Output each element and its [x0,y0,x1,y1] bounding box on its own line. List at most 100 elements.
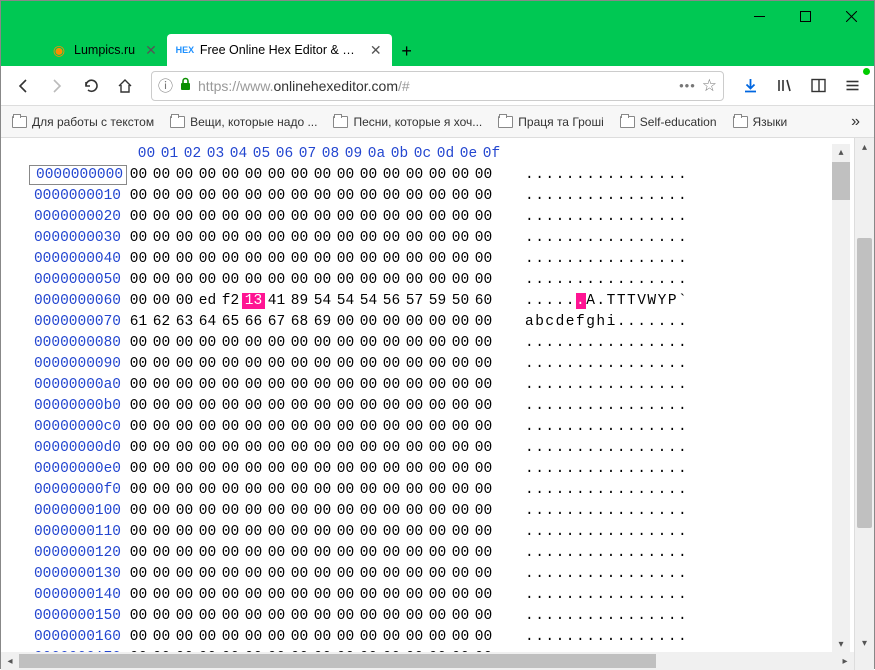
tab-hexeditor[interactable]: HEX Free Online Hex Editor & Viewer ✕ [167,34,392,66]
hex-row[interactable]: 0000000110000000000000000000000000000000… [29,521,824,542]
hex-bytes[interactable]: 00000000000000000000000000000000 [127,251,507,267]
scroll-up-icon[interactable]: ▴ [855,138,874,156]
hex-ascii[interactable]: ................ [525,482,688,498]
tab-lumpics[interactable]: ◉ Lumpics.ru ✕ [41,34,167,66]
hex-bytes[interactable]: 00000000000000000000000000000000 [127,503,507,519]
hex-row[interactable]: 0000000060000000edf213418954545456575950… [29,290,824,311]
horizontal-scrollbar[interactable]: ◂ ▸ [1,652,854,670]
hex-row[interactable]: 00000000b0000000000000000000000000000000… [29,395,824,416]
hex-ascii[interactable]: ................ [525,545,688,561]
hex-row[interactable]: 0000000080000000000000000000000000000000… [29,332,824,353]
hex-bytes[interactable]: 00000000000000000000000000000000 [127,335,507,351]
hex-bytes[interactable]: 00000000000000000000000000000000 [127,230,507,246]
menu-button[interactable] [836,70,868,102]
hex-row[interactable]: 00000000e0000000000000000000000000000000… [29,458,824,479]
scroll-down-icon[interactable]: ▾ [855,634,874,652]
bookmark-folder[interactable]: Для работы с текстом [7,112,159,132]
hex-ascii[interactable]: abcdefghi....... [525,314,688,330]
hex-ascii[interactable]: ................ [525,230,688,246]
new-tab-button[interactable]: + [392,36,422,66]
hex-row[interactable]: 0000000040000000000000000000000000000000… [29,248,824,269]
hex-bytes[interactable]: 00000000000000000000000000000000 [127,272,507,288]
forward-button[interactable] [41,70,73,102]
hex-ascii[interactable]: ................ [525,587,688,603]
minimize-button[interactable] [736,1,782,31]
bookmarks-overflow-icon[interactable]: » [843,113,868,131]
hex-bytes[interactable]: 00000000000000000000000000000000 [127,461,507,477]
hex-ascii[interactable]: ................ [525,629,688,645]
hex-bytes[interactable]: 00000000000000000000000000000000 [127,419,507,435]
hex-ascii[interactable]: ................ [525,419,688,435]
site-info-icon[interactable]: ⓘ [158,75,173,96]
inner-scrollbar[interactable]: ▴ ▾ [832,144,850,670]
url-bar[interactable]: ⓘ https://www.onlinehexeditor.com/# ••• … [151,71,724,101]
hex-ascii[interactable]: ................ [525,566,688,582]
hex-ascii[interactable]: ................ [525,356,688,372]
bookmark-folder[interactable]: Языки [728,112,793,132]
bookmark-folder[interactable]: Self-education [615,112,722,132]
library-button[interactable] [768,70,800,102]
bookmark-folder[interactable]: Песни, которые я хоч... [328,112,487,132]
hex-ascii[interactable]: ................ [525,461,688,477]
hex-bytes[interactable]: 00000000000000000000000000000000 [127,398,507,414]
hex-bytes[interactable]: 00000000000000000000000000000000 [127,188,507,204]
hex-bytes[interactable]: 61626364656667686900000000000000 [127,314,507,330]
hex-bytes[interactable]: 00000000000000000000000000000000 [127,629,507,645]
hex-row[interactable]: 0000000090000000000000000000000000000000… [29,353,824,374]
hex-ascii[interactable]: ................ [525,440,688,456]
hex-row[interactable]: 0000000000000000000000000000000000000000… [29,164,824,185]
hex-bytes[interactable]: 000000edf21341895454545657595060 [127,293,507,309]
close-tab-icon[interactable]: ✕ [370,42,382,59]
hex-bytes[interactable]: 00000000000000000000000000000000 [127,440,507,456]
hex-row[interactable]: 0000000010000000000000000000000000000000… [29,185,824,206]
back-button[interactable] [7,70,39,102]
hex-bytes[interactable]: 00000000000000000000000000000000 [127,524,507,540]
hex-row[interactable]: 0000000120000000000000000000000000000000… [29,542,824,563]
close-window-button[interactable] [828,1,874,31]
hex-row[interactable]: 0000000160000000000000000000000000000000… [29,626,824,647]
bookmark-folder[interactable]: Вещи, которые надо ... [165,112,322,132]
hex-bytes[interactable]: 00000000000000000000000000000000 [127,356,507,372]
hex-row[interactable]: 0000000070616263646566676869000000000000… [29,311,824,332]
hex-ascii[interactable]: ................ [525,167,688,183]
hex-ascii[interactable]: ................ [525,209,688,225]
hex-ascii[interactable]: ......A.TTTVWYP` [525,293,688,309]
page-scrollbar[interactable]: ▴ ▾ [854,138,874,670]
scroll-left-icon[interactable]: ◂ [1,656,19,667]
hex-ascii[interactable]: ................ [525,524,688,540]
hex-row[interactable]: 0000000020000000000000000000000000000000… [29,206,824,227]
page-actions-icon[interactable]: ••• [679,78,696,93]
scroll-right-icon[interactable]: ▸ [836,656,854,667]
scroll-down-icon[interactable]: ▾ [832,636,850,652]
close-tab-icon[interactable]: ✕ [145,42,157,59]
scroll-up-icon[interactable]: ▴ [832,144,850,160]
bookmark-folder[interactable]: Праця та Гроші [493,112,609,132]
hex-ascii[interactable]: ................ [525,608,688,624]
hex-bytes[interactable]: 00000000000000000000000000000000 [127,209,507,225]
scrollbar-thumb[interactable] [19,654,656,668]
hex-bytes[interactable]: 00000000000000000000000000000000 [127,482,507,498]
hex-row[interactable]: 00000000d0000000000000000000000000000000… [29,437,824,458]
home-button[interactable] [109,70,141,102]
bookmark-star-icon[interactable]: ☆ [702,76,717,96]
hex-ascii[interactable]: ................ [525,377,688,393]
hex-row[interactable]: 0000000030000000000000000000000000000000… [29,227,824,248]
hex-bytes[interactable]: 00000000000000000000000000000000 [127,566,507,582]
scrollbar-thumb[interactable] [857,238,872,528]
hex-ascii[interactable]: ................ [525,272,688,288]
hex-row[interactable]: 0000000100000000000000000000000000000000… [29,500,824,521]
hex-ascii[interactable]: ................ [525,398,688,414]
hex-row[interactable]: 0000000140000000000000000000000000000000… [29,584,824,605]
hex-row[interactable]: 0000000050000000000000000000000000000000… [29,269,824,290]
hex-ascii[interactable]: ................ [525,503,688,519]
hex-row[interactable]: 00000000c0000000000000000000000000000000… [29,416,824,437]
maximize-button[interactable] [782,1,828,31]
hex-bytes[interactable]: 00000000000000000000000000000000 [127,167,507,183]
hex-bytes[interactable]: 00000000000000000000000000000000 [127,545,507,561]
scrollbar-thumb[interactable] [832,162,850,200]
hex-row[interactable]: 00000000a0000000000000000000000000000000… [29,374,824,395]
hex-row[interactable]: 0000000130000000000000000000000000000000… [29,563,824,584]
hex-row[interactable]: 0000000150000000000000000000000000000000… [29,605,824,626]
hex-ascii[interactable]: ................ [525,188,688,204]
hex-bytes[interactable]: 00000000000000000000000000000000 [127,587,507,603]
